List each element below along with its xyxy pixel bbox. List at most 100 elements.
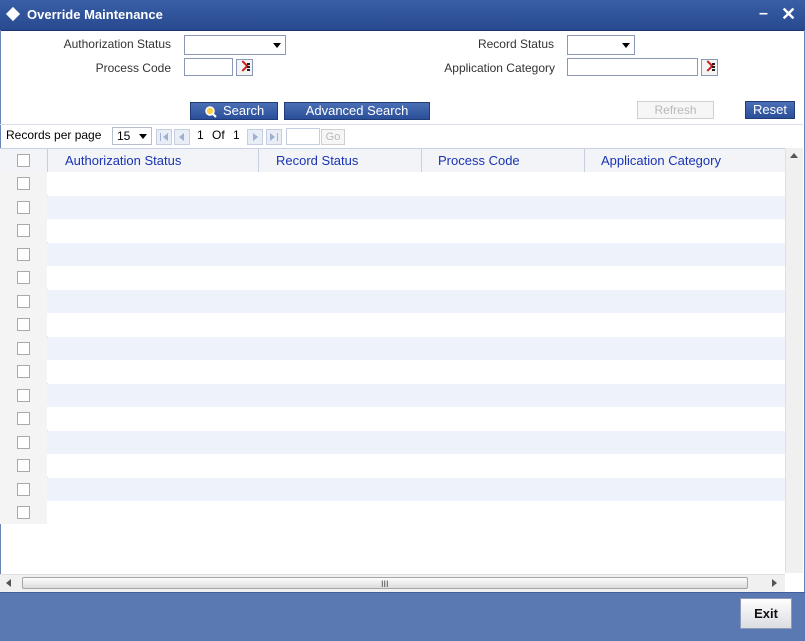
next-page-icon[interactable] (247, 129, 263, 145)
row-checkbox[interactable] (17, 177, 30, 190)
grid-header: Authorization Status Record Status Proce… (0, 149, 785, 173)
current-page: 1 (197, 128, 204, 142)
table-row[interactable] (0, 195, 785, 220)
row-checkbox[interactable] (17, 200, 30, 214)
column-divider (584, 149, 585, 172)
goto-page-input[interactable] (286, 128, 320, 145)
select-all-checkbox[interactable] (17, 154, 30, 167)
records-per-page-value: 15 (117, 129, 131, 143)
close-icon[interactable]: ✕ (781, 3, 799, 25)
chevron-down-icon (139, 134, 147, 139)
table-row[interactable] (0, 313, 785, 337)
row-background (47, 407, 785, 430)
application-category-label: Application Category (444, 61, 555, 75)
authorization-status-label: Authorization Status (63, 37, 171, 51)
row-background (47, 172, 785, 195)
table-row[interactable] (0, 430, 785, 455)
row-checkbox[interactable] (17, 318, 30, 331)
records-per-page-select[interactable]: 15 (112, 127, 152, 145)
table-row[interactable] (0, 477, 785, 502)
reset-button[interactable]: Reset (745, 101, 795, 119)
table-row[interactable] (0, 266, 785, 290)
row-checkbox[interactable] (17, 365, 30, 378)
row-checkbox[interactable] (17, 224, 30, 237)
column-divider (258, 149, 259, 172)
exit-button[interactable]: Exit (740, 598, 792, 629)
prev-page-icon[interactable] (174, 129, 190, 145)
row-background (47, 430, 785, 454)
first-page-icon[interactable] (156, 129, 172, 145)
process-code-input[interactable] (184, 58, 233, 76)
column-header-record-status[interactable]: Record Status (276, 153, 358, 168)
row-background (47, 477, 785, 501)
row-checkbox[interactable] (17, 412, 30, 425)
row-background (47, 454, 785, 477)
refresh-button[interactable]: Refresh (637, 101, 714, 119)
advanced-search-button[interactable]: Advanced Search (284, 102, 430, 120)
chevron-down-icon (622, 43, 630, 48)
application-category-lov-icon[interactable] (701, 59, 718, 76)
row-background (47, 219, 785, 242)
scrollbar-thumb[interactable]: III (22, 577, 748, 589)
footer-bar (0, 592, 805, 641)
table-row[interactable] (0, 219, 785, 243)
column-header-application-category[interactable]: Application Category (601, 153, 721, 168)
row-checkbox[interactable] (17, 459, 30, 472)
last-page-icon[interactable] (266, 129, 282, 145)
column-header-process-code[interactable]: Process Code (438, 153, 520, 168)
row-checkbox[interactable] (17, 482, 30, 496)
row-checkbox[interactable] (17, 435, 30, 449)
authorization-status-select[interactable] (184, 35, 286, 55)
of-label: Of (212, 128, 225, 142)
column-divider (421, 149, 422, 172)
search-icon (205, 106, 217, 118)
total-pages: 1 (233, 128, 240, 142)
window-title: Override Maintenance (27, 7, 163, 22)
record-status-select[interactable] (567, 35, 635, 55)
table-row[interactable] (0, 454, 785, 478)
row-background (47, 360, 785, 383)
scrollbar-grip: III (381, 579, 389, 589)
row-checkbox[interactable] (17, 271, 30, 284)
row-background (47, 195, 785, 219)
table-row[interactable] (0, 289, 785, 314)
scroll-up-icon[interactable] (790, 153, 798, 158)
vertical-scrollbar[interactable] (785, 148, 803, 573)
search-button[interactable]: Search (190, 102, 278, 120)
go-button[interactable]: Go (321, 129, 345, 145)
results-grid: Authorization Status Record Status Proce… (0, 148, 785, 574)
row-background (47, 266, 785, 289)
row-background (47, 313, 785, 336)
row-background (47, 336, 785, 360)
row-checkbox[interactable] (17, 388, 30, 402)
row-checkbox[interactable] (17, 247, 30, 261)
row-background (47, 242, 785, 266)
row-background (47, 383, 785, 407)
table-row[interactable] (0, 336, 785, 361)
table-row[interactable] (0, 383, 785, 408)
row-background (47, 289, 785, 313)
column-header-authorization-status[interactable]: Authorization Status (65, 153, 181, 168)
scroll-right-icon[interactable] (772, 579, 777, 587)
table-row[interactable] (0, 242, 785, 267)
search-button-label: Search (223, 103, 265, 118)
table-row[interactable] (0, 360, 785, 384)
horizontal-scrollbar[interactable]: III (0, 574, 785, 592)
row-checkbox[interactable] (17, 506, 30, 519)
application-category-input[interactable] (567, 58, 698, 76)
table-row[interactable] (0, 172, 785, 196)
row-background (47, 501, 785, 524)
scroll-left-icon[interactable] (6, 579, 11, 587)
records-per-page-label: Records per page (6, 128, 102, 142)
process-code-lov-icon[interactable] (236, 59, 253, 76)
table-row[interactable] (0, 407, 785, 431)
table-row[interactable] (0, 501, 785, 525)
divider (0, 124, 803, 125)
minimize-icon[interactable]: – (759, 5, 773, 23)
row-checkbox[interactable] (17, 341, 30, 355)
grid-body (0, 172, 785, 524)
column-divider (47, 149, 48, 172)
record-status-label: Record Status (477, 37, 554, 51)
chevron-down-icon (273, 43, 281, 48)
row-checkbox[interactable] (17, 294, 30, 308)
